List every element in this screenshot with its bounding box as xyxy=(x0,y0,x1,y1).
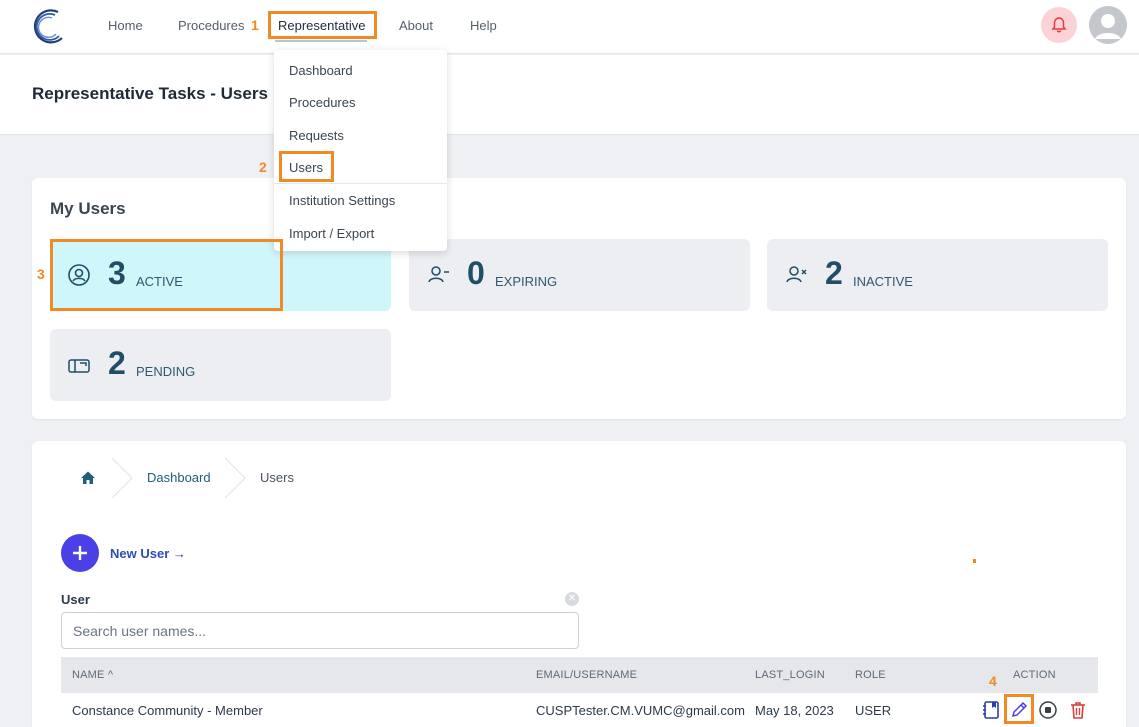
stat-label: INACTIVE xyxy=(853,274,913,289)
menu-item-procedures[interactable]: Procedures xyxy=(289,95,355,110)
nav-active-underline xyxy=(275,40,367,42)
stat-card-pending[interactable]: 2 PENDING xyxy=(50,329,391,401)
annotation-step-number: 3 xyxy=(37,266,45,282)
column-header-email: EMAIL/USERNAME xyxy=(536,669,638,681)
plus-icon xyxy=(73,546,87,560)
notebook-icon[interactable] xyxy=(981,700,1001,720)
annotation-step-number: 1 xyxy=(251,17,259,33)
stat-count: 2 xyxy=(108,345,126,381)
home-icon[interactable] xyxy=(80,470,96,486)
stat-count: 2 xyxy=(825,255,843,291)
app-logo[interactable] xyxy=(28,6,70,46)
stat-label: EXPIRING xyxy=(495,274,558,289)
annotation-dot xyxy=(973,559,976,563)
nav-home[interactable]: Home xyxy=(108,18,143,33)
user-minus-icon xyxy=(428,266,449,283)
my-users-title: My Users xyxy=(50,199,126,218)
annotation-highlight-active-card xyxy=(50,239,283,311)
annotation-highlight-edit xyxy=(1004,694,1034,724)
annotation-step-number: 4 xyxy=(989,673,997,689)
column-header-name[interactable]: NAME ^ xyxy=(72,669,113,681)
avatar-placeholder-icon xyxy=(1089,6,1127,44)
mailbox-icon xyxy=(68,359,90,373)
trash-icon[interactable] xyxy=(1068,700,1088,720)
page-title: Representative Tasks - Users xyxy=(32,84,268,103)
menu-divider xyxy=(274,183,447,184)
cell-last-login: May 18, 2023 xyxy=(755,703,834,718)
cell-role: USER xyxy=(855,703,892,718)
cell-name: Constance Community - Member xyxy=(72,703,263,718)
user-x-icon xyxy=(786,266,807,283)
annotation-step-number: 2 xyxy=(259,159,267,175)
menu-item-dashboard[interactable]: Dashboard xyxy=(289,63,353,78)
annotation-highlight-representative xyxy=(268,11,377,39)
menu-item-institution-settings[interactable]: Institution Settings xyxy=(289,193,395,208)
stat-count: 0 xyxy=(467,255,485,291)
cell-email: CUSPTester.CM.VUMC@gmail.com xyxy=(536,703,745,718)
bell-icon xyxy=(1051,17,1067,33)
breadcrumb-dashboard[interactable]: Dashboard xyxy=(147,470,211,485)
new-user-button[interactable] xyxy=(61,534,99,572)
new-user-link[interactable]: New User → xyxy=(110,546,186,561)
column-header-action: ACTION xyxy=(1013,669,1056,681)
stat-card-expiring[interactable]: 0 EXPIRING xyxy=(409,239,750,311)
nav-about[interactable]: About xyxy=(399,18,433,33)
menu-item-import-export[interactable]: Import / Export xyxy=(289,226,374,241)
breadcrumb-separator xyxy=(111,457,133,499)
stop-circle-icon[interactable] xyxy=(1038,700,1058,720)
breadcrumb-users: Users xyxy=(260,470,294,485)
top-navigation-bar xyxy=(0,0,1139,54)
annotation-highlight-users xyxy=(279,151,334,182)
column-header-role: ROLE xyxy=(855,669,886,681)
breadcrumb-separator xyxy=(224,457,246,499)
nav-procedures[interactable]: Procedures xyxy=(178,18,244,33)
user-avatar[interactable] xyxy=(1089,6,1127,44)
column-header-last-login: LAST_LOGIN xyxy=(755,669,825,681)
stat-label: PENDING xyxy=(136,364,196,379)
user-search-input[interactable] xyxy=(61,612,579,649)
nav-help[interactable]: Help xyxy=(470,18,497,33)
notifications-button[interactable] xyxy=(1041,7,1077,43)
clear-search-icon[interactable]: ✕ xyxy=(565,592,579,606)
stat-card-inactive[interactable]: 2 INACTIVE xyxy=(767,239,1108,311)
user-search-label: User xyxy=(61,592,90,607)
menu-item-requests[interactable]: Requests xyxy=(289,128,344,143)
